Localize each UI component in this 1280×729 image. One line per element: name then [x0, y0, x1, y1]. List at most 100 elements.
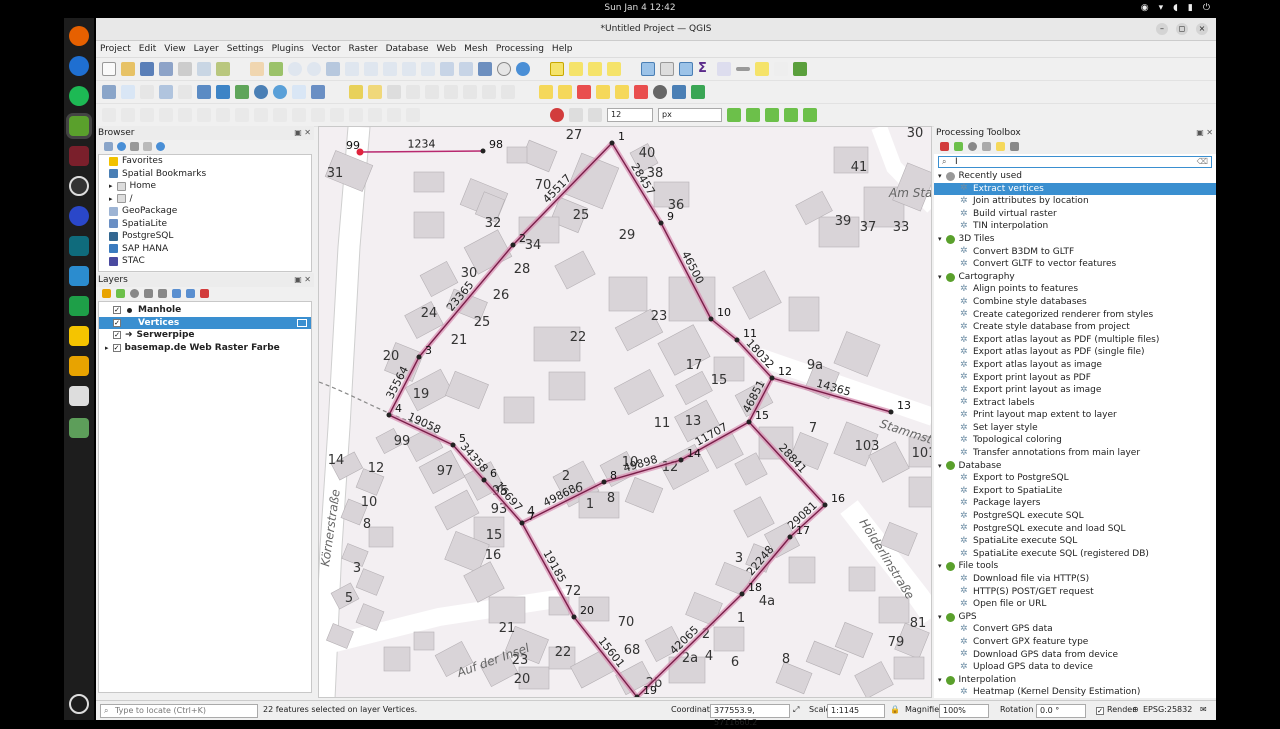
add-postgis-icon[interactable] [311, 85, 325, 99]
rotate-feature-icon[interactable] [121, 108, 135, 122]
pin-label-icon[interactable] [558, 85, 572, 99]
pan-map-icon[interactable] [250, 62, 264, 76]
add-wms-icon[interactable] [254, 85, 268, 99]
toolbox-algorithm[interactable]: ✲ Convert B3DM to GLTF [934, 246, 1216, 259]
toolbox-algorithm[interactable]: ✲ PostgreSQL execute SQL [934, 510, 1216, 523]
new-spatialite-icon[interactable] [159, 85, 173, 99]
browser-item-home[interactable]: ▸ Home [99, 180, 311, 193]
add-mesh-icon[interactable] [235, 85, 249, 99]
thunderbird-icon[interactable] [69, 56, 89, 76]
lock-scale-icon[interactable]: 🔒 [890, 705, 900, 714]
offset-curve-icon[interactable] [273, 108, 287, 122]
filter-legend-icon[interactable] [144, 289, 153, 298]
identify-icon[interactable] [641, 62, 655, 76]
browser-item-favorites[interactable]: Favorites [99, 155, 311, 168]
data-source-manager-icon[interactable] [102, 85, 116, 99]
temporal-icon[interactable] [497, 62, 511, 76]
collapse-all-icon[interactable] [143, 142, 152, 151]
layer-row-manhole[interactable]: ✓ Manhole [99, 304, 311, 317]
snapping-mode-icon[interactable] [569, 108, 583, 122]
add-group-icon[interactable] [116, 289, 125, 298]
refresh-icon[interactable] [117, 142, 126, 151]
files-icon[interactable] [69, 356, 89, 376]
statistics-icon[interactable]: Σ [698, 62, 712, 76]
models-icon[interactable] [940, 142, 949, 151]
options-icon[interactable] [1010, 142, 1019, 151]
info-icon[interactable] [156, 142, 165, 151]
self-snapping-icon[interactable] [803, 108, 817, 122]
expand-all-icon[interactable] [172, 289, 181, 298]
browser-item-spatialite[interactable]: SpatiaLite [99, 218, 311, 231]
menu-plugins[interactable]: Plugins [272, 44, 304, 54]
toggle-editing-icon[interactable] [368, 85, 382, 99]
menu-project[interactable]: Project [100, 44, 131, 54]
toolbox-algorithm[interactable]: ✲ Export to PostgreSQL [934, 472, 1216, 485]
new-map-view-icon[interactable] [440, 62, 454, 76]
toolbox-algorithm[interactable]: ✲ Upload GPS data to device [934, 661, 1216, 674]
digitize-icon[interactable] [406, 85, 420, 99]
pan-to-selection-icon[interactable] [269, 62, 283, 76]
current-edits-icon[interactable] [349, 85, 363, 99]
snap-unit-select[interactable]: px [658, 108, 722, 122]
toolbox-algorithm[interactable]: ✲ Build virtual raster [934, 208, 1216, 221]
history-icon[interactable] [968, 142, 977, 151]
plugin-icon[interactable] [653, 85, 667, 99]
remove-layer-icon[interactable] [200, 289, 209, 298]
pipe-node[interactable] [450, 442, 456, 448]
trim-extend-icon[interactable] [406, 108, 420, 122]
expand-arrow-icon[interactable]: ▸ [105, 342, 109, 355]
toolbox-algorithm[interactable]: ✲ HTTP(S) POST/GET request [934, 586, 1216, 599]
pipe-node[interactable] [746, 419, 752, 425]
menu-help[interactable]: Help [552, 44, 573, 54]
save-as-icon[interactable] [159, 62, 173, 76]
zoom-last-icon[interactable] [402, 62, 416, 76]
simplify-icon[interactable] [140, 108, 154, 122]
results-icon[interactable] [982, 142, 991, 151]
menu-web[interactable]: Web [437, 44, 457, 54]
close-button[interactable]: × [1196, 23, 1208, 35]
toolbox-algorithm[interactable]: ✲ PostgreSQL execute and load SQL [934, 523, 1216, 536]
pipe-node[interactable] [510, 242, 516, 248]
locator-search-input[interactable]: ⌕ Type to locate (Ctrl+K) [100, 704, 258, 718]
open-table-icon[interactable] [717, 62, 731, 76]
magnifier-field[interactable]: 100% [939, 704, 989, 718]
toolbox-algorithm[interactable]: ✲ Package layers [934, 497, 1216, 510]
collapse-arrow-icon[interactable]: ▾ [938, 233, 942, 246]
rotate-symbols-icon[interactable] [368, 108, 382, 122]
toolbox-group[interactable]: ▾ 3D Tiles [934, 233, 1216, 246]
processing-toolbox-icon[interactable] [679, 62, 693, 76]
attribute-table-icon[interactable] [660, 62, 674, 76]
toolbox-algorithm[interactable]: ✲ Convert GPX feature type [934, 636, 1216, 649]
delete-part-icon[interactable] [235, 108, 249, 122]
print-layout-icon[interactable] [178, 62, 192, 76]
zoom-next-icon[interactable] [421, 62, 435, 76]
new-geopackage-icon[interactable] [121, 85, 135, 99]
pipe-node[interactable] [519, 520, 525, 526]
snap-intersection-icon[interactable] [746, 108, 760, 122]
browser-item-geopackage[interactable]: GeoPackage [99, 205, 311, 218]
fill-ring-icon[interactable] [197, 108, 211, 122]
maximize-button[interactable]: ◻ [1176, 23, 1188, 35]
zoom-in-icon[interactable] [288, 62, 302, 76]
new-virtual-layer-icon[interactable] [178, 85, 192, 99]
merge-attributes-icon[interactable] [349, 108, 363, 122]
menu-processing[interactable]: Processing [496, 44, 544, 54]
toolbox-group[interactable]: ▾ Interpolation [934, 674, 1216, 687]
coordinate-field[interactable]: 377553.9, 5711660.2 [710, 704, 790, 727]
pipe-node[interactable] [678, 457, 684, 463]
python-icon[interactable] [672, 85, 686, 99]
reshape-icon[interactable] [254, 108, 268, 122]
snapping-magnet-icon[interactable] [550, 108, 564, 122]
toolbox-algorithm[interactable]: ✲ Create style database from project [934, 321, 1216, 334]
spreadsheet-icon[interactable] [69, 296, 89, 316]
reverse-line-icon[interactable] [387, 108, 401, 122]
layer-visibility-checkbox[interactable]: ✓ [112, 343, 121, 352]
open-project-icon[interactable] [121, 62, 135, 76]
collapse-arrow-icon[interactable]: ▾ [938, 460, 942, 473]
annotation-icon[interactable] [755, 62, 769, 76]
rotation-field[interactable]: 0.0 ° [1036, 704, 1086, 718]
python-console-icon[interactable] [793, 62, 807, 76]
add-selected-layers-icon[interactable] [104, 142, 113, 151]
toolbox-algorithm[interactable]: ✲ Export atlas layout as PDF (multiple fi… [934, 334, 1216, 347]
toolbox-algorithm[interactable]: ✲ TIN interpolation [934, 220, 1216, 233]
